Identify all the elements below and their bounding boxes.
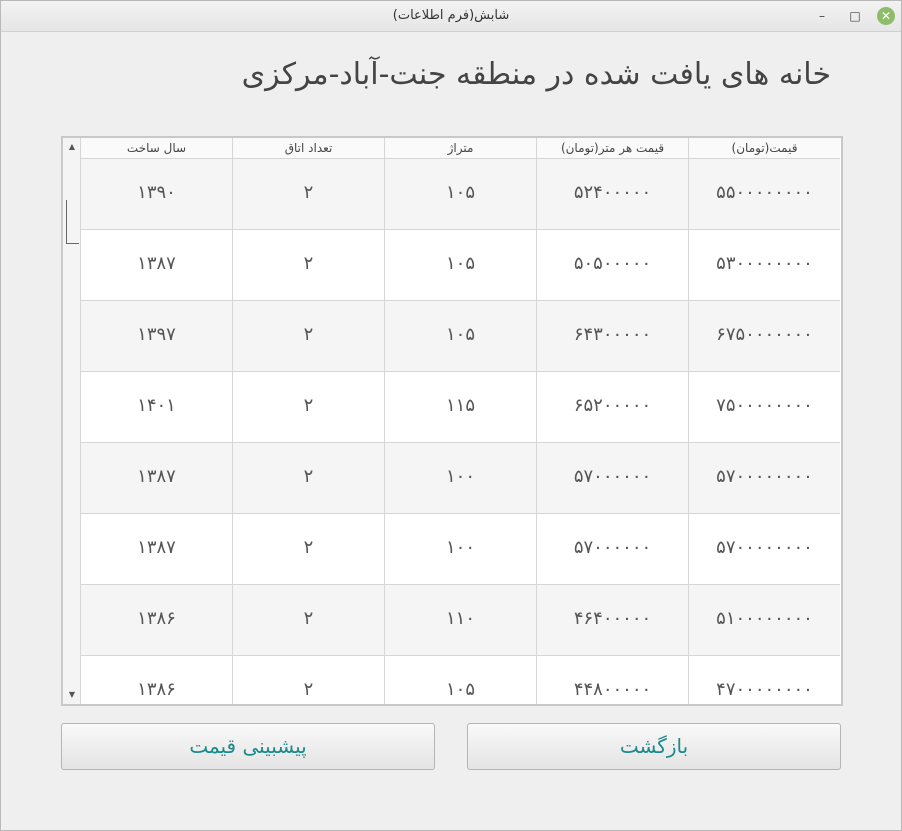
- vertical-scrollbar[interactable]: ▲ ▼: [63, 138, 81, 704]
- cell-year-built[interactable]: ۱۴۰۱: [80, 372, 232, 443]
- title-bar: شابش(فرم اطلاعات) – □ ✕: [1, 1, 901, 32]
- predict-price-button[interactable]: پیشبینی قیمت: [61, 723, 435, 770]
- cell-rooms[interactable]: ۲: [232, 230, 384, 301]
- cell-area[interactable]: ۱۰۵: [384, 230, 536, 301]
- cell-area[interactable]: ۱۰۵: [384, 301, 536, 372]
- cell-area[interactable]: ۱۰۵: [384, 159, 536, 230]
- close-icon[interactable]: ✕: [877, 7, 895, 25]
- cell-year-built[interactable]: ۱۳۸۷: [80, 514, 232, 585]
- column-header-rooms[interactable]: تعداد اتاق: [232, 138, 384, 159]
- cell-year-built[interactable]: ۱۳۸۷: [80, 230, 232, 301]
- cell-rooms[interactable]: ۲: [232, 443, 384, 514]
- table-body: ۵۵۰۰۰۰۰۰۰۰ ۵۲۴۰۰۰۰۰ ۱۰۵ ۲ ۱۳۹۰ ۵۳۰۰۰۰۰۰۰…: [80, 159, 840, 704]
- column-header-year-built[interactable]: سال ساخت: [80, 138, 232, 159]
- cell-price-per-meter[interactable]: ۶۵۲۰۰۰۰۰: [536, 372, 688, 443]
- cell-area[interactable]: ۱۰۰: [384, 443, 536, 514]
- table-row[interactable]: ۵۷۰۰۰۰۰۰۰۰ ۵۷۰۰۰۰۰۰ ۱۰۰ ۲ ۱۳۸۷: [80, 443, 840, 514]
- cell-price-per-meter[interactable]: ۵۲۴۰۰۰۰۰: [536, 159, 688, 230]
- cell-price-per-meter[interactable]: ۵۰۵۰۰۰۰۰: [536, 230, 688, 301]
- table-row[interactable]: ۴۷۰۰۰۰۰۰۰۰ ۴۴۸۰۰۰۰۰ ۱۰۵ ۲ ۱۳۸۶: [80, 656, 840, 704]
- column-header-area[interactable]: متراژ: [384, 138, 536, 159]
- cell-area[interactable]: ۱۰۵: [384, 656, 536, 704]
- cell-price[interactable]: ۵۳۰۰۰۰۰۰۰۰: [688, 230, 840, 301]
- cell-rooms[interactable]: ۲: [232, 514, 384, 585]
- column-header-price-per-meter[interactable]: قیمت هر متر(تومان): [536, 138, 688, 159]
- table-row[interactable]: ۵۳۰۰۰۰۰۰۰۰ ۵۰۵۰۰۰۰۰ ۱۰۵ ۲ ۱۳۸۷: [80, 230, 840, 301]
- cell-area[interactable]: ۱۱۰: [384, 585, 536, 656]
- cell-price[interactable]: ۵۵۰۰۰۰۰۰۰۰: [688, 159, 840, 230]
- cell-price-per-meter[interactable]: ۵۷۰۰۰۰۰۰: [536, 514, 688, 585]
- scroll-thumb[interactable]: [66, 200, 79, 244]
- cell-price[interactable]: ۵۷۰۰۰۰۰۰۰۰: [688, 514, 840, 585]
- table-row[interactable]: ۵۷۰۰۰۰۰۰۰۰ ۵۷۰۰۰۰۰۰ ۱۰۰ ۲ ۱۳۸۷: [80, 514, 840, 585]
- scroll-up-icon[interactable]: ▲: [66, 142, 78, 152]
- cell-year-built[interactable]: ۱۳۸۷: [80, 443, 232, 514]
- cell-price[interactable]: ۵۱۰۰۰۰۰۰۰۰: [688, 585, 840, 656]
- table-row[interactable]: ۷۵۰۰۰۰۰۰۰۰ ۶۵۲۰۰۰۰۰ ۱۱۵ ۲ ۱۴۰۱: [80, 372, 840, 443]
- cell-rooms[interactable]: ۲: [232, 301, 384, 372]
- cell-price-per-meter[interactable]: ۴۶۴۰۰۰۰۰: [536, 585, 688, 656]
- page-title: خانه های یافت شده در منطقه جنت-آباد-مرکز…: [241, 57, 831, 92]
- app-window: شابش(فرم اطلاعات) – □ ✕ خانه های یافت شد…: [0, 0, 902, 831]
- cell-year-built[interactable]: ۱۳۹۷: [80, 301, 232, 372]
- column-header-price[interactable]: قیمت(تومان): [688, 138, 840, 159]
- cell-price-per-meter[interactable]: ۴۴۸۰۰۰۰۰: [536, 656, 688, 704]
- cell-price-per-meter[interactable]: ۵۷۰۰۰۰۰۰: [536, 443, 688, 514]
- cell-rooms[interactable]: ۲: [232, 159, 384, 230]
- scroll-down-icon[interactable]: ▼: [66, 690, 78, 700]
- maximize-icon[interactable]: □: [846, 7, 864, 25]
- table-row[interactable]: ۵۵۰۰۰۰۰۰۰۰ ۵۲۴۰۰۰۰۰ ۱۰۵ ۲ ۱۳۹۰: [80, 159, 840, 230]
- cell-price[interactable]: ۴۷۰۰۰۰۰۰۰۰: [688, 656, 840, 704]
- table-row[interactable]: ۵۱۰۰۰۰۰۰۰۰ ۴۶۴۰۰۰۰۰ ۱۱۰ ۲ ۱۳۸۶: [80, 585, 840, 656]
- window-title: شابش(فرم اطلاعات): [392, 8, 510, 23]
- results-table[interactable]: ▲ ▼ قیمت(تومان) قیمت هر متر(تومان) متراژ…: [61, 136, 843, 706]
- cell-rooms[interactable]: ۲: [232, 585, 384, 656]
- table-grid: قیمت(تومان) قیمت هر متر(تومان) متراژ تعد…: [80, 138, 840, 704]
- cell-year-built[interactable]: ۱۳۸۶: [80, 585, 232, 656]
- table-row[interactable]: ۶۷۵۰۰۰۰۰۰۰ ۶۴۳۰۰۰۰۰ ۱۰۵ ۲ ۱۳۹۷: [80, 301, 840, 372]
- cell-rooms[interactable]: ۲: [232, 656, 384, 704]
- cell-price[interactable]: ۵۷۰۰۰۰۰۰۰۰: [688, 443, 840, 514]
- cell-area[interactable]: ۱۱۵: [384, 372, 536, 443]
- cell-price[interactable]: ۷۵۰۰۰۰۰۰۰۰: [688, 372, 840, 443]
- table-header-row: قیمت(تومان) قیمت هر متر(تومان) متراژ تعد…: [80, 138, 840, 159]
- cell-rooms[interactable]: ۲: [232, 372, 384, 443]
- cell-year-built[interactable]: ۱۳۹۰: [80, 159, 232, 230]
- cell-price-per-meter[interactable]: ۶۴۳۰۰۰۰۰: [536, 301, 688, 372]
- cell-price[interactable]: ۶۷۵۰۰۰۰۰۰۰: [688, 301, 840, 372]
- minimize-icon[interactable]: –: [813, 7, 831, 25]
- cell-year-built[interactable]: ۱۳۸۶: [80, 656, 232, 704]
- cell-area[interactable]: ۱۰۰: [384, 514, 536, 585]
- back-button[interactable]: بازگشت: [467, 723, 841, 770]
